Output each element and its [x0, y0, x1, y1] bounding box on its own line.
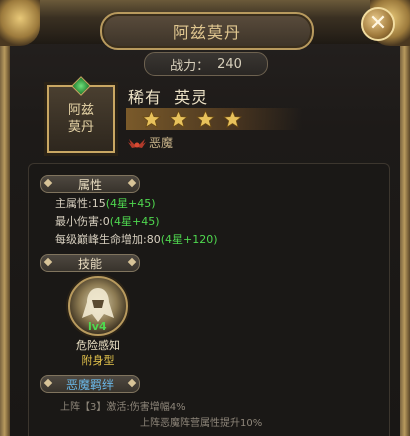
close-button[interactable]: ✕ — [361, 7, 395, 41]
power-display: 战力： 240 — [144, 52, 268, 76]
skill-type: 附身型 — [81, 354, 115, 367]
hero-rarity-class: 稀有 英灵 — [128, 84, 208, 108]
bond-header-label: 恶魔羁绊 — [65, 377, 114, 392]
frame-corner-left — [0, 0, 40, 46]
star-icon — [169, 109, 188, 128]
window-title: 阿兹莫丹 — [172, 23, 241, 42]
rarity-gem-icon — [71, 76, 91, 96]
attribute-label: 最小伤害:0 — [55, 215, 110, 228]
attribute-line: 最小伤害:0(4星+45) — [55, 213, 160, 229]
hero-detail-panel: 阿兹莫丹 ✕ 战力： 240 阿兹 莫丹 稀有 英灵 恶魔 属性 主属性:15(… — [0, 0, 410, 436]
star-icon — [196, 109, 215, 128]
close-icon: ✕ — [368, 11, 388, 36]
attribute-bonus: (4星+45) — [109, 215, 160, 228]
skill-level: lv4 — [88, 320, 107, 333]
star-rating — [126, 108, 302, 130]
frame-right-border — [400, 0, 410, 436]
power-label: 战力： — [170, 58, 210, 74]
skills-header-label: 技能 — [77, 256, 102, 271]
demon-wings-icon — [128, 138, 146, 148]
frame-left-border — [0, 0, 10, 436]
hero-portrait[interactable]: 阿兹 莫丹 — [47, 76, 115, 153]
attribute-line: 主属性:15(4星+45) — [55, 195, 156, 211]
star-icon — [142, 109, 161, 128]
hero-rarity: 稀有 — [128, 88, 163, 107]
portrait-name-line1: 阿兹 — [67, 103, 94, 118]
bond-line: 上阵【3】激活:伤害增幅4% — [60, 402, 186, 413]
faction-name: 恶魔 — [149, 136, 174, 150]
attribute-label: 每级巅峰生命增加:80 — [55, 233, 161, 246]
power-value: 240 — [217, 56, 242, 72]
bond-header: 恶魔羁绊 — [40, 375, 140, 393]
attribute-line: 每级巅峰生命增加:80(4星+120) — [55, 231, 218, 247]
attributes-header-label: 属性 — [77, 177, 102, 192]
skill-name: 危险感知 — [76, 339, 120, 352]
faction-tag: 恶魔 — [128, 134, 173, 151]
star-icon — [223, 109, 242, 128]
attribute-bonus: (4星+120) — [160, 233, 218, 246]
attribute-bonus: (4星+45) — [105, 197, 156, 210]
portrait-name-line2: 莫丹 — [67, 120, 94, 135]
hero-class: 英灵 — [174, 88, 209, 107]
skills-header: 技能 — [40, 254, 140, 272]
attribute-label: 主属性:15 — [55, 197, 106, 210]
window-title-banner: 阿兹莫丹 — [100, 12, 314, 50]
attributes-header: 属性 — [40, 175, 140, 193]
bond-line: 上阵恶魔阵营属性提升10% — [140, 418, 263, 429]
